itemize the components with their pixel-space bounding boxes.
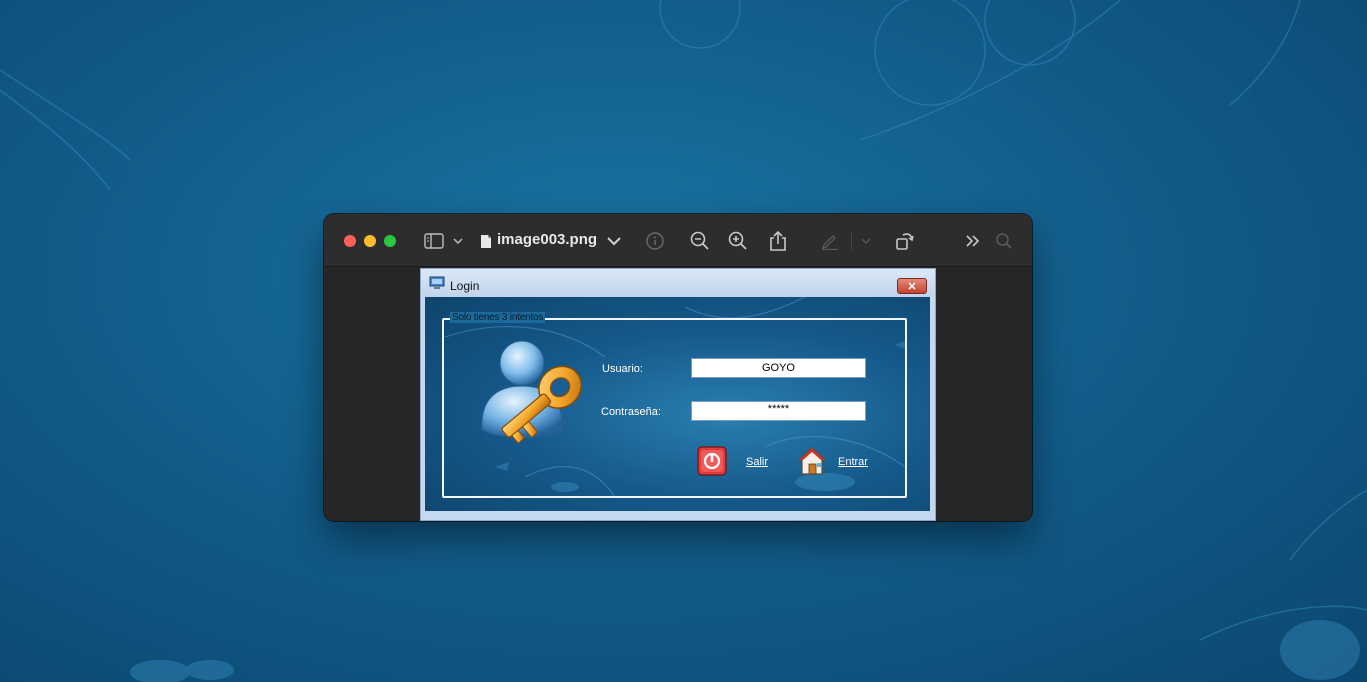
search-icon[interactable]: [992, 229, 1016, 253]
document-title[interactable]: image003.png: [497, 231, 597, 248]
window-zoom-button[interactable]: [384, 235, 396, 247]
chevron-down-icon[interactable]: [446, 229, 470, 253]
password-label: Contraseña:: [601, 406, 661, 418]
exit-button[interactable]: Salir: [746, 456, 768, 468]
dialog-client-area: Solo tienes 3 intentos Usuario: GOYO Con…: [425, 297, 930, 511]
window-close-button[interactable]: [344, 235, 356, 247]
rotate-icon[interactable]: [893, 229, 917, 253]
enter-button[interactable]: Entrar: [838, 456, 868, 468]
double-chevron-icon[interactable]: [961, 229, 985, 253]
login-dialog: Login ✕ Solo tienes 3 intentos Usuario: …: [420, 268, 936, 521]
markup-chevron-icon[interactable]: [854, 229, 878, 253]
toolbar-separator: [851, 232, 852, 250]
share-icon[interactable]: [766, 229, 790, 253]
window-toolbar: image003.png: [324, 214, 1032, 267]
computer-icon: [429, 276, 445, 290]
login-groupbox: Solo tienes 3 intentos Usuario: GOYO Con…: [442, 312, 907, 498]
zoom-out-icon[interactable]: [688, 229, 712, 253]
pen-icon[interactable]: [818, 229, 842, 253]
sidebar-toggle-icon[interactable]: [422, 229, 446, 253]
power-icon[interactable]: [697, 446, 727, 476]
zoom-in-icon[interactable]: [726, 229, 750, 253]
dialog-close-button[interactable]: ✕: [897, 278, 927, 294]
dialog-titlebar: Login ✕: [421, 269, 935, 297]
password-field[interactable]: *****: [691, 401, 866, 421]
dialog-title: Login: [450, 279, 480, 293]
window-minimize-button[interactable]: [364, 235, 376, 247]
preview-window: image003.png Login ✕ Solo tienes 3 inten…: [324, 214, 1032, 521]
username-field[interactable]: GOYO: [691, 358, 866, 378]
attempts-label: Solo tienes 3 intentos: [450, 312, 546, 323]
title-chevron-down-icon[interactable]: [602, 229, 626, 253]
document-icon: [474, 229, 498, 253]
image-viewer: Login ✕ Solo tienes 3 intentos Usuario: …: [324, 268, 1032, 521]
user-key-icon: [481, 340, 583, 444]
info-icon[interactable]: [643, 229, 667, 253]
house-icon[interactable]: [797, 446, 827, 476]
username-label: Usuario:: [602, 363, 643, 375]
